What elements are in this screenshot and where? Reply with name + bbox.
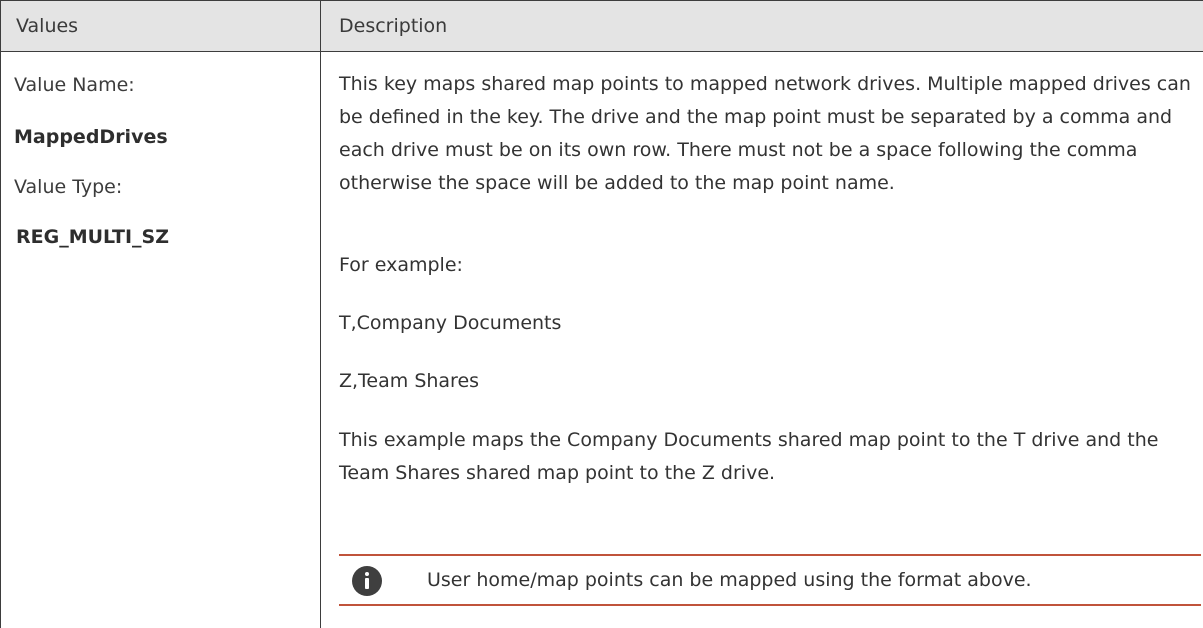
table-left-border (0, 52, 1, 628)
table-header-row: Values Description (0, 0, 1203, 52)
note-box: User home/map points can be mapped using… (339, 554, 1201, 606)
example-label: For example: (339, 254, 463, 276)
registry-value-table: Values Description Value Name: MappedDri… (0, 0, 1203, 628)
value-name: MappedDrives (14, 126, 168, 148)
column-divider (320, 52, 321, 628)
value-type-label: Value Type: (14, 176, 123, 198)
value-type: REG_MULTI_SZ (16, 226, 169, 248)
description-paragraph: This key maps shared map points to mappe… (339, 73, 1191, 194)
example-line-1: T,Company Documents (339, 312, 562, 334)
header-values: Values (0, 1, 321, 52)
info-icon (352, 566, 382, 596)
example-explanation: This example maps the Company Documents … (339, 429, 1159, 484)
example-line-2: Z,Team Shares (339, 370, 480, 392)
value-name-label: Value Name: (14, 74, 135, 96)
header-description: Description (339, 15, 448, 37)
note-text: User home/map points can be mapped using… (427, 569, 1032, 591)
